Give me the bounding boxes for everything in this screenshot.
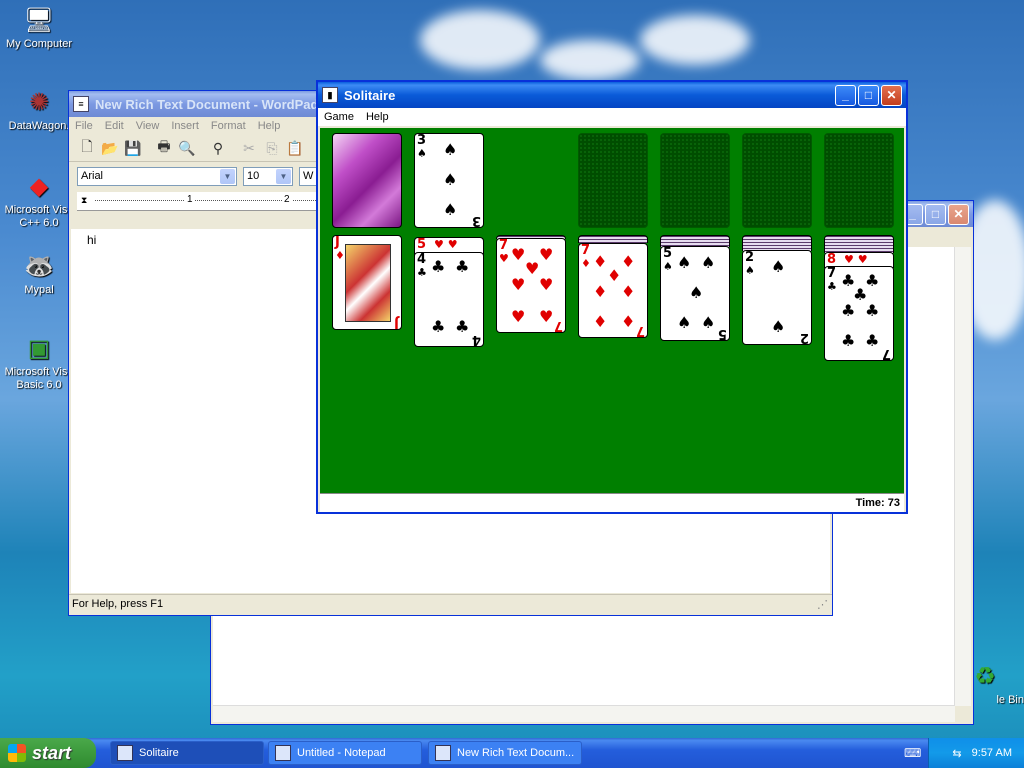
datawagon-icon: ✺ [28,88,50,116]
desktop-icon-label: Mypal [24,284,54,296]
maximize-button[interactable]: □ [858,84,879,106]
cut-icon[interactable]: ✂ [239,138,259,158]
desktop-icon-my-computer[interactable]: 🖥 My Computer [0,4,78,51]
tableau-card-1[interactable]: J ♦ J [332,235,402,330]
paste-icon[interactable]: 📋 [285,138,305,158]
menu-format[interactable]: Format [205,120,252,132]
foundation-slot-2[interactable] [660,133,730,228]
find-icon[interactable]: ⚲ [208,138,228,158]
resize-grip-icon[interactable]: ⋰ [817,598,828,611]
ruler-mark: 1 [185,194,195,205]
face-down-stack [578,235,648,243]
close-button[interactable]: ✕ [881,84,902,106]
keyboard-icon[interactable]: ⌨ [904,746,921,760]
solitaire-statusbar: Time: 73 [320,493,904,512]
font-name-value: Arial [81,170,104,182]
desktop-icon-visual-basic[interactable]: ▣ Microsoft Visu Basic 6.0 [0,332,78,392]
notepad-app-icon [275,745,291,761]
windows-logo-icon [8,744,26,762]
wordpad-app-icon [435,745,451,761]
tableau-card-5[interactable]: 5 ♠ ♠ ♠ ♠ ♠ ♠ 5 [660,246,730,341]
face-down-stack [824,235,894,253]
menu-insert[interactable]: Insert [165,120,205,132]
solitaire-app-icon: ▮ [322,87,338,103]
minimize-button[interactable]: _ [835,84,856,106]
cloud [420,10,540,70]
foundation-slot-3[interactable] [742,133,812,228]
cloud [640,15,750,65]
task-wordpad[interactable]: New Rich Text Docum... [428,741,582,765]
copy-icon[interactable]: ⎘ [262,138,282,158]
wordpad-app-icon: ≡ [73,96,89,112]
ruler-mark: 2 [282,194,292,205]
font-name-combo[interactable]: Arial ▼ [77,166,237,186]
solitaire-titlebar[interactable]: ▮ Solitaire _ □ ✕ [318,82,906,108]
maximize-button[interactable]: □ [925,203,946,225]
save-icon[interactable]: 💾 [123,138,143,158]
desktop-icon-label: Microsoft Visu Basic 6.0 [4,366,74,391]
taskbar: start Solitaire Untitled - Notepad New R… [0,738,1024,768]
jack-face-icon [345,244,391,322]
font-size-combo[interactable]: 10 ▼ [243,166,293,186]
new-icon[interactable]: 🗋 [77,138,97,158]
task-notepad[interactable]: Untitled - Notepad [268,741,422,765]
tableau-card-7[interactable]: 7 ♣ ♣ ♣ ♣ ♣ ♣ ♣ ♣ 7 [824,266,894,361]
print-icon[interactable]: 🖶 [154,138,174,158]
start-label: start [32,742,72,763]
visual-basic-icon: ▣ [27,334,51,362]
network-icon[interactable]: ⇆ [952,747,961,760]
task-solitaire[interactable]: Solitaire [110,741,264,765]
tableau-card-2[interactable]: 4 ♣ ♣ ♣ ♣ ♣ 4 [414,252,484,347]
menu-file[interactable]: File [69,120,99,132]
tableau-card-3[interactable]: 7 ♥ ♥ ♥ ♥ ♥ ♥ ♥ ♥ 7 [496,238,566,333]
menu-help[interactable]: Help [360,111,395,123]
tableau-card-4[interactable]: 7 ♦ ♦ ♦ ♦ ♦ ♦ ♦ ♦ 7 [578,243,648,338]
desktop-icon-visual-cpp[interactable]: ◆ Microsoft Visu C++ 6.0 [0,170,78,230]
desktop-icon-label: My Computer [5,38,73,50]
chevron-down-icon[interactable]: ▼ [276,168,291,184]
script-value: W [303,170,314,182]
desktop-icon-mypal[interactable]: 🦝 Mypal [0,250,78,297]
cloud [540,40,640,80]
raccoon-icon: 🦝 [24,252,54,280]
foundation-slot-4[interactable] [824,133,894,228]
print-preview-icon[interactable]: 🔍 [177,138,197,158]
waste-card[interactable]: 3 ♠ ♠ ♠ ♠ 3 [414,133,484,228]
solitaire-window: ▮ Solitaire _ □ ✕ Game Help 3 ♠ ♠ ♠ ♠ 3 J… [316,80,908,514]
font-size-value: 10 [247,170,260,182]
computer-icon: 🖥 [23,6,55,34]
start-button[interactable]: start [0,738,96,768]
wordpad-statusbar: For Help, press F1 ⋰ [69,594,832,613]
task-label: Untitled - Notepad [297,747,386,759]
menu-view[interactable]: View [130,120,166,132]
task-label: New Rich Text Docum... [457,747,575,759]
open-icon[interactable]: 📂 [100,138,120,158]
vertical-scrollbar[interactable] [954,247,971,706]
face-down-stack [742,235,812,251]
stock-pile[interactable] [332,133,402,228]
menu-game[interactable]: Game [318,111,360,123]
clock[interactable]: 9:57 AM [972,747,1012,759]
horizontal-scrollbar[interactable] [213,705,955,722]
timer: Time: 73 [855,497,900,509]
status-text: For Help, press F1 [72,598,164,610]
solitaire-app-icon [117,745,133,761]
menu-edit[interactable]: Edit [99,120,130,132]
task-label: Solitaire [139,747,179,759]
chevron-down-icon[interactable]: ▼ [220,168,235,184]
menu-help[interactable]: Help [252,120,287,132]
game-felt[interactable]: 3 ♠ ♠ ♠ ♠ 3 J ♦ J 5 ♥ ♥ 4 ♣ ♣ ♣ ♣ ♣ 4 7 … [320,128,904,494]
foundation-slot-1[interactable] [578,133,648,228]
desktop-icon-datawagon[interactable]: ✺ DataWagon. [0,86,78,133]
tableau-card-6[interactable]: 2 ♠ ♠ ♠ 2 [742,250,812,345]
desktop-icon-label: Microsoft Visu C++ 6.0 [4,204,74,229]
visual-cpp-icon: ◆ [29,172,49,200]
desktop-icon-label: DataWagon. [8,120,70,132]
system-tray: ⇆ 9:57 AM [928,738,1024,768]
solitaire-menubar: Game Help [318,108,906,126]
window-title: Solitaire [344,87,396,103]
card-rank: 3 ♠ [417,133,427,160]
close-button[interactable]: ✕ [948,203,969,225]
indent-marker-icon[interactable]: ⧗ [81,195,87,206]
